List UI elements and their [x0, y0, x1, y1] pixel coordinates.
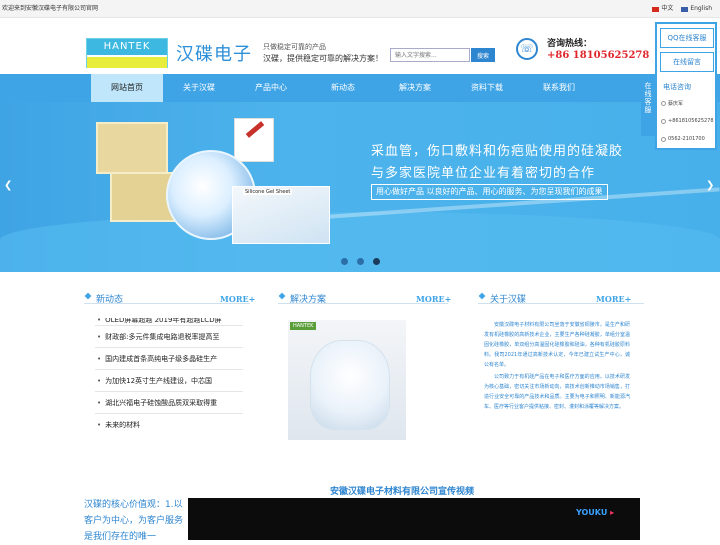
news-list: OLED屏幕超越 2019年有超越LCD屏 财政部:多元件集成电路退税率提高至 … — [95, 318, 243, 434]
nav-products[interactable]: 产品中心 — [235, 74, 307, 102]
gel-jar-image — [310, 340, 390, 430]
mobile-icon — [661, 118, 666, 124]
hotline-label: 咨询热线： — [547, 39, 593, 49]
solutions-header: 解决方案 MORE+ — [278, 290, 451, 305]
about-text: 安徽汉碟电子材料有限公司坐落于安徽省铜陵市，是生产和研发有机硅橡胶的高新技术企业… — [484, 320, 630, 414]
online-service-tab[interactable]: 在线客服 — [641, 78, 655, 136]
nav-about[interactable]: 关于汉碟 — [163, 74, 235, 102]
lang-cn-label: 中文 — [661, 5, 674, 12]
slide-dot-1[interactable] — [341, 258, 348, 265]
logo[interactable]: HANTEK — [86, 38, 168, 68]
language-switcher: 中文 English — [652, 0, 712, 18]
solution-image[interactable]: HANTEK — [288, 320, 406, 440]
news-item[interactable]: 财政部:多元件集成电路退税率提高至 — [95, 326, 243, 348]
contact-tel: 0562-2101700 — [661, 136, 705, 142]
about-paragraph-1: 安徽汉碟电子材料有限公司坐落于安徽省铜陵市，是生产和研发有机硅橡胶的高新技术企业… — [484, 322, 630, 368]
solutions-more-link[interactable]: MORE+ — [416, 294, 451, 304]
slide-dots — [341, 258, 380, 265]
welcome-text: 欢迎来到安徽汉碟电子有限公司官网 — [2, 5, 99, 12]
banner-title-1: 采血管，伤口敷料和伤疤贴使用的硅凝胶 — [371, 144, 624, 159]
search-button[interactable]: 搜索 — [471, 48, 495, 62]
about-section-icon — [478, 292, 486, 300]
contact-person-name: 蔡庆军 — [668, 101, 684, 107]
prev-slide-icon[interactable]: ❮ — [4, 180, 12, 191]
main-nav: 网站首页 关于汉碟 产品中心 新动态 解决方案 资料下载 联系我们 — [0, 74, 720, 102]
play-icon: ▸ — [610, 508, 615, 517]
solution-image-label: HANTEK — [290, 322, 317, 330]
nav-solutions[interactable]: 解决方案 — [379, 74, 451, 102]
news-item[interactable]: 国内建成首条高纯电子级多晶硅生产 — [95, 348, 243, 370]
news-more-link[interactable]: MORE+ — [220, 294, 255, 304]
gel-sheet-label: Silicone Gel Sheet — [243, 189, 293, 195]
leave-message-button[interactable]: 在线留言 — [660, 52, 714, 72]
nav-news[interactable]: 新动态 — [307, 74, 379, 102]
nav-downloads[interactable]: 资料下载 — [451, 74, 523, 102]
banner-title-2: 与多家医院单位企业有着密切的合作 — [371, 166, 596, 181]
logo-bar — [87, 57, 167, 68]
video-title: 安徽汉碟电子材料有限公司宣传视频 — [330, 487, 475, 497]
person-icon — [661, 101, 666, 106]
banner-tagline: 用心做好产品 以良好的产品、用心的服务、为您呈现我们的成果 — [371, 184, 608, 200]
slide-dot-3[interactable] — [373, 258, 380, 265]
uk-flag-icon — [681, 6, 689, 12]
next-slide-icon[interactable]: ❯ — [706, 180, 714, 191]
news-title: 新动态 — [96, 295, 124, 305]
lang-english-link[interactable]: English — [681, 0, 712, 18]
contact-mobile: +8618105625278 — [661, 118, 714, 124]
gel-sheet-image: Silicone Gel Sheet — [232, 186, 330, 244]
wound-pad-image — [96, 122, 168, 174]
search-input[interactable] — [390, 48, 470, 62]
news-item[interactable]: OLED屏幕超越 2019年有超越LCD屏 — [95, 318, 243, 326]
logo-cn: 汉碟电子 — [176, 44, 252, 65]
contact-tel-number: 0562-2101700 — [668, 136, 705, 142]
slogan-line1: 只做稳定可靠的产品 — [263, 43, 326, 51]
news-item[interactable]: 为加快12英寸生产线建设，中芯国 — [95, 370, 243, 392]
lang-en-label: English — [690, 5, 712, 12]
customer-service-panel: QQ在线客服 在线留言 电话咨询 蔡庆军 +8618105625278 0562… — [655, 22, 717, 150]
slide-dot-2[interactable] — [357, 258, 364, 265]
news-header: 新动态 MORE+ — [84, 290, 255, 305]
youku-logo-text: YOUKU — [576, 508, 608, 517]
promo-video-player[interactable]: YOUKU ▸ — [188, 498, 640, 540]
nav-contact[interactable]: 联系我们 — [523, 74, 595, 102]
logo-en: HANTEK — [87, 39, 167, 55]
phone-consult-title: 电话咨询 — [663, 83, 691, 91]
about-paragraph-2: 公司致力于有机硅产品在电子和医疗方面的应用，以技术研发为核心基础，密切关注市场新… — [484, 374, 630, 410]
about-title: 关于汉碟 — [490, 295, 527, 305]
contact-mobile-number: +8618105625278 — [668, 118, 714, 124]
phone-icon: ☏ — [516, 38, 538, 60]
about-header: 关于汉碟 MORE+ — [478, 290, 644, 305]
youku-logo: YOUKU ▸ — [576, 508, 614, 517]
news-section-icon — [84, 292, 92, 300]
slogan-line2: 汉碟，提供稳定可靠的解决方案！ — [263, 54, 383, 63]
about-more-link[interactable]: MORE+ — [596, 294, 631, 304]
news-item[interactable]: 湖北兴福电子硅蚀酸品质双采取得重 — [95, 392, 243, 414]
hotline-number: +86 18105625278 — [547, 50, 650, 61]
lang-chinese-link[interactable]: 中文 — [652, 0, 673, 18]
hero-banner[interactable]: Silicone Gel Sheet 采血管，伤口敷料和伤疤贴使用的硅凝胶 与多… — [0, 102, 720, 272]
china-flag-icon — [652, 6, 660, 12]
site-header: HANTEK 汉碟电子 只做稳定可靠的产品 汉碟，提供稳定可靠的解决方案！ 搜索… — [0, 18, 720, 74]
telephone-icon — [661, 136, 666, 142]
solutions-section-icon — [278, 292, 286, 300]
blood-tube-image — [234, 118, 274, 162]
contact-person: 蔡庆军 — [661, 100, 683, 107]
core-values-text: 汉碟的核心价值观：1.以客户为中心，为客户服务是我们存在的唯一 — [84, 500, 184, 542]
online-service-tab-label: 在线客服 — [644, 82, 652, 114]
top-bar: 欢迎来到安徽汉碟电子有限公司官网 中文 English — [0, 0, 720, 18]
qq-service-button[interactable]: QQ在线客服 — [660, 28, 714, 48]
news-item[interactable]: 未来的材料 — [95, 414, 243, 434]
solutions-title: 解决方案 — [290, 295, 327, 305]
nav-home[interactable]: 网站首页 — [91, 74, 163, 102]
